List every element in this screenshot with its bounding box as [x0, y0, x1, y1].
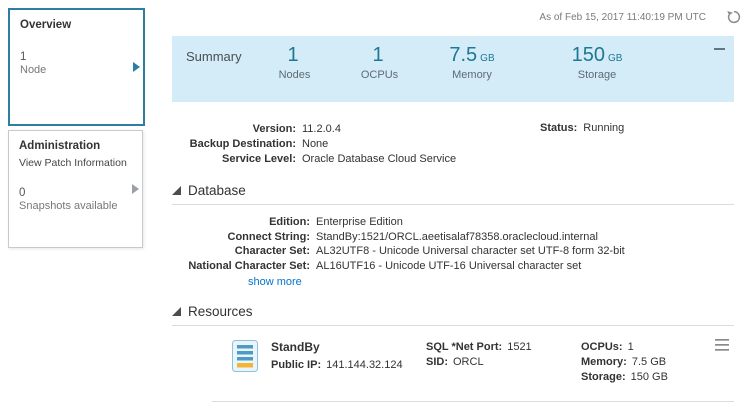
stat-ocpus-label: OCPUs: [337, 69, 422, 81]
administration-card[interactable]: Administration View Patch Information 0 …: [8, 130, 143, 248]
snapshots-label: Snapshots available: [9, 199, 142, 212]
stat-memory: 7.5GB Memory: [422, 43, 522, 102]
sid-row: SID: ORCL: [426, 355, 581, 370]
row-menu-button[interactable]: [714, 338, 730, 352]
summary-title: Summary: [172, 36, 252, 102]
service-level-label: Service Level:: [172, 152, 296, 167]
backup-destination-value: None: [302, 137, 328, 152]
node-count: 1: [10, 51, 143, 63]
stat-nodes-label: Nodes: [252, 69, 337, 81]
net-port-row: SQL *Net Port: 1521: [426, 340, 581, 355]
national-character-set-value: AL16UTF16 - Unicode UTF-16 Universal cha…: [316, 259, 581, 274]
overview-card[interactable]: Overview 1 Node: [8, 8, 145, 126]
database-details: Edition: Enterprise Edition Connect Stri…: [172, 215, 734, 288]
resource-name: StandBy: [271, 340, 426, 354]
resource-connection: SQL *Net Port: 1521 SID: ORCL: [426, 340, 581, 385]
national-character-set-row: National Character Set: AL16UTF16 - Unic…: [172, 259, 734, 274]
connect-string-label: Connect String:: [172, 230, 310, 245]
connect-string-row: Connect String: StandBy:1521/ORCL.aeetis…: [172, 230, 734, 245]
backup-destination-label: Backup Destination:: [172, 137, 296, 152]
collapse-summary-button[interactable]: [714, 43, 725, 53]
show-more-link[interactable]: show more: [248, 276, 302, 288]
storage-label: Storage:: [581, 370, 626, 385]
net-port-label: SQL *Net Port:: [426, 340, 502, 355]
backup-destination-row: Backup Destination: None: [172, 137, 734, 152]
stat-memory-label: Memory: [422, 69, 522, 81]
resources-section-title: Resources: [188, 304, 253, 319]
expand-triangle-icon: [172, 307, 181, 316]
memory-row: Memory: 7.5 GB: [581, 355, 731, 370]
stat-storage: 150GB Storage: [522, 43, 672, 102]
sid-value: ORCL: [453, 355, 484, 370]
stat-ocpus-value: 1: [372, 44, 383, 66]
hamburger-menu-icon: [714, 338, 730, 352]
public-ip-row: Public IP: 141.144.32.124: [271, 358, 426, 373]
connect-string-value: StandBy:1521/ORCL.aeetisalaf78358.oracle…: [316, 230, 598, 245]
stat-ocpus: 1 OCPUs: [337, 43, 422, 102]
stat-memory-unit: GB: [480, 53, 494, 64]
public-ip-label: Public IP:: [271, 358, 321, 373]
national-character-set-label: National Character Set:: [172, 259, 310, 274]
overview-expand-arrow-icon[interactable]: [133, 62, 140, 72]
stat-storage-unit: GB: [608, 53, 622, 64]
status-value: Running: [583, 122, 624, 134]
database-section-title: Database: [188, 183, 246, 198]
status-row: Status: Running: [540, 122, 624, 134]
service-level-row: Service Level: Oracle Database Cloud Ser…: [172, 152, 734, 167]
database-icon: [232, 340, 258, 372]
resource-identity: StandBy Public IP: 141.144.32.124: [271, 340, 426, 385]
administration-card-title: Administration: [9, 131, 142, 152]
summary-stats: 1 Nodes 1 OCPUs 7.5GB Memory 150GB Stora…: [252, 36, 734, 102]
summary-panel: Summary 1 Nodes 1 OCPUs 7.5GB Memory 150…: [172, 36, 734, 102]
stat-memory-value: 7.5: [449, 44, 477, 66]
storage-row: Storage: 150 GB: [581, 370, 731, 385]
memory-value: 7.5 GB: [632, 355, 666, 370]
public-ip-value: 141.144.32.124: [326, 358, 402, 373]
net-port-value: 1521: [507, 340, 531, 355]
overview-card-title: Overview: [10, 10, 143, 31]
ocpus-value: 1: [628, 340, 634, 355]
resource-capacity: OCPUs: 1 Memory: 7.5 GB Storage: 150 GB: [581, 340, 731, 385]
service-details: Version: 11.2.0.4 Backup Destination: No…: [172, 122, 734, 167]
refresh-button[interactable]: [726, 9, 742, 25]
snapshot-count: 0: [9, 187, 142, 199]
database-section-header[interactable]: Database: [172, 183, 734, 205]
character-set-value: AL32UTF8 - Unicode Universal character s…: [316, 244, 625, 259]
expand-triangle-icon: [172, 186, 181, 195]
character-set-row: Character Set: AL32UTF8 - Unicode Univer…: [172, 244, 734, 259]
ocpus-row: OCPUs: 1: [581, 340, 731, 355]
version-row: Version: 11.2.0.4: [172, 122, 734, 137]
version-value: 11.2.0.4: [302, 122, 341, 137]
resources-section-header[interactable]: Resources: [172, 304, 734, 326]
memory-label: Memory:: [581, 355, 627, 370]
node-label: Node: [10, 63, 143, 76]
database-section: Database Edition: Enterprise Edition Con…: [172, 183, 734, 288]
version-label: Version:: [172, 122, 296, 137]
sid-label: SID:: [426, 355, 448, 370]
minimize-icon: [714, 48, 725, 50]
view-patch-information-link[interactable]: View Patch Information: [9, 152, 142, 169]
main-content: Summary 1 Nodes 1 OCPUs 7.5GB Memory 150…: [172, 36, 734, 402]
stat-storage-label: Storage: [522, 69, 672, 81]
edition-label: Edition:: [172, 215, 310, 230]
edition-row: Edition: Enterprise Edition: [172, 215, 734, 230]
service-level-value: Oracle Database Cloud Service: [302, 152, 456, 167]
edition-value: Enterprise Edition: [316, 215, 403, 230]
stat-nodes-value: 1: [287, 44, 298, 66]
resources-section: Resources StandBy Public IP: 141.144.32.…: [172, 304, 734, 402]
status-label: Status:: [540, 122, 577, 134]
resource-row: StandBy Public IP: 141.144.32.124 SQL *N…: [172, 326, 734, 385]
stat-nodes: 1 Nodes: [252, 43, 337, 102]
storage-value: 150 GB: [631, 370, 668, 385]
administration-expand-arrow-icon[interactable]: [132, 184, 139, 194]
refresh-icon: [726, 9, 742, 25]
character-set-label: Character Set:: [172, 244, 310, 259]
stat-storage-value: 150: [572, 44, 605, 66]
ocpus-label: OCPUs:: [581, 340, 623, 355]
